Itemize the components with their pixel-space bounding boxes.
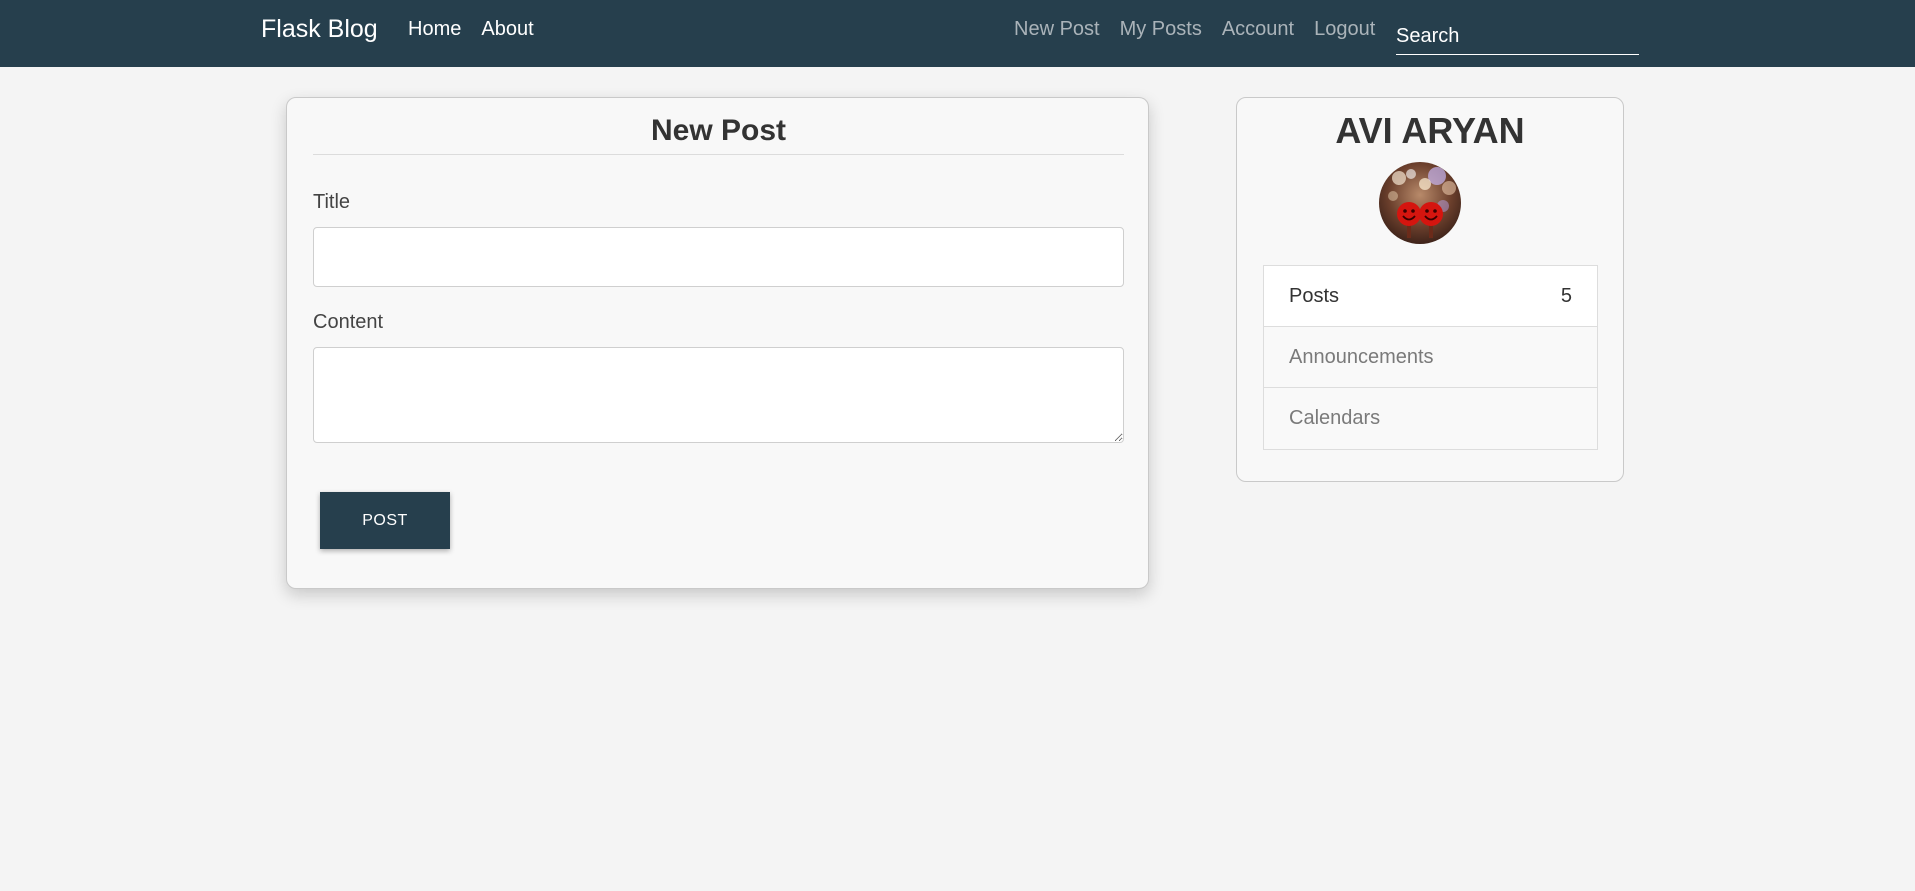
top-navbar: Flask Blog Home About New Post My Posts … bbox=[0, 0, 1915, 67]
stat-posts-count: 5 bbox=[1560, 284, 1572, 307]
stat-announcements[interactable]: Announcements bbox=[1264, 327, 1597, 388]
stat-posts[interactable]: Posts 5 bbox=[1264, 266, 1597, 327]
avatar bbox=[1379, 162, 1461, 244]
content-label: Content bbox=[313, 311, 384, 333]
nav-about-link[interactable]: About bbox=[481, 18, 533, 41]
brand-link[interactable]: Flask Blog bbox=[261, 15, 378, 44]
new-post-card: New Post Title Content POST bbox=[286, 97, 1149, 589]
title-input[interactable] bbox=[313, 227, 1124, 287]
nav-account-link[interactable]: Account bbox=[1222, 18, 1294, 41]
profile-name: AVI ARYAN bbox=[1335, 110, 1525, 151]
stat-calendars[interactable]: Calendars bbox=[1264, 388, 1597, 449]
page-title: New Post bbox=[313, 114, 1124, 155]
avatar-image bbox=[1379, 162, 1461, 244]
stat-calendars-label: Calendars bbox=[1289, 407, 1381, 429]
title-label: Title bbox=[313, 191, 351, 213]
profile-card: AVI ARYAN Posts 5 Announcements Calendar… bbox=[1236, 97, 1624, 482]
stat-posts-label: Posts bbox=[1289, 284, 1340, 307]
stat-announcements-label: Announcements bbox=[1289, 345, 1434, 368]
nav-new-post-link[interactable]: New Post bbox=[1014, 18, 1100, 41]
search-input[interactable] bbox=[1396, 14, 1639, 55]
nav-home-link[interactable]: Home bbox=[408, 18, 461, 41]
nav-logout-link[interactable]: Logout bbox=[1314, 18, 1375, 41]
user-nav: New Post My Posts Account Logout bbox=[1014, 18, 1375, 41]
post-submit-button[interactable]: POST bbox=[320, 492, 450, 549]
profile-stats-list: Posts 5 Announcements Calendars bbox=[1263, 265, 1598, 450]
nav-my-posts-link[interactable]: My Posts bbox=[1120, 18, 1202, 41]
content-textarea[interactable] bbox=[313, 347, 1124, 443]
primary-nav: Home About bbox=[408, 18, 534, 41]
